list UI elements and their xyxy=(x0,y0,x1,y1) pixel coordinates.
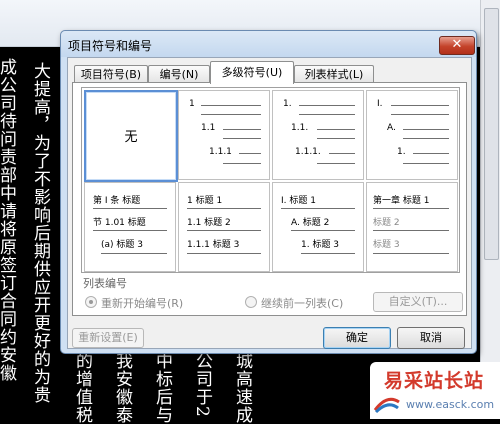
level-3-line xyxy=(413,153,449,154)
restart-numbering-label: 重新开始编号(R) xyxy=(101,297,184,310)
reset-button[interactable]: 重新设置(E) xyxy=(72,328,144,348)
continuation-line xyxy=(201,114,261,115)
document-text-column: 成公司待问责部中请将原签订合同约安徽 xyxy=(0,58,16,382)
continuation-line xyxy=(391,114,449,115)
level-3-label: 1.1.1 xyxy=(209,147,232,157)
list-option[interactable]: 1 1.1 1.1.1 xyxy=(178,90,270,180)
watermark: 易采站长站 www.easck.com xyxy=(370,362,500,419)
continuation-line xyxy=(223,163,261,164)
continuation-line xyxy=(317,163,355,164)
level-3-label: 1.1.1 标题 3 xyxy=(187,240,240,250)
vertical-scrollbar[interactable] xyxy=(480,0,500,419)
level-2-label: 标题 2 xyxy=(373,218,400,228)
list-option[interactable]: 1 标题 1 1.1 标题 2 1.1.1 标题 3 xyxy=(178,182,270,272)
continue-list-label: 继续前一列表(C) xyxy=(261,297,344,310)
level-1-line xyxy=(391,105,449,106)
tab-list-styles[interactable]: 列表样式(L) xyxy=(294,65,374,83)
continuation-line xyxy=(101,253,167,254)
level-1-line xyxy=(201,105,261,106)
level-3-label: 标题 3 xyxy=(373,240,400,250)
list-option[interactable]: 第一章 标题 1 标题 2 标题 3 xyxy=(366,182,458,272)
list-numbering-label: 列表编号 xyxy=(83,277,127,290)
level-1-label: I. 标题 1 xyxy=(281,196,316,206)
close-button[interactable]: ✕ xyxy=(439,36,475,55)
level-3-label: (a) 标题 3 xyxy=(101,240,143,250)
level-2-label: A. 标题 2 xyxy=(291,218,330,228)
radio-dot xyxy=(85,296,97,308)
document-text-column: 中标后与 xyxy=(152,352,172,424)
none-label: 无 xyxy=(124,130,138,145)
cancel-button[interactable]: 取消 xyxy=(397,327,465,349)
multilevel-panel: 无 1 1.1 1.1.1 1. 1.1. 1.1.1. I. A. 1. 第 … xyxy=(72,82,467,316)
level-1-label: 1 xyxy=(189,99,195,109)
level-3-label: 1. 标题 3 xyxy=(301,240,340,250)
list-option[interactable]: I. A. 1. xyxy=(366,90,458,180)
continuation-line xyxy=(373,253,449,254)
continuation-line xyxy=(301,253,355,254)
level-1-label: 第 I 条 标题 xyxy=(93,196,141,206)
list-option[interactable]: I. 标题 1 A. 标题 2 1. 标题 3 xyxy=(272,182,364,272)
level-3-line xyxy=(239,153,261,154)
level-2-label: 1.1 xyxy=(201,123,216,133)
watermark-text: 易采站长站 xyxy=(384,370,485,392)
level-1-label: 1. xyxy=(283,99,292,109)
level-2-line xyxy=(317,129,355,130)
continuation-line xyxy=(373,230,449,231)
watermark-logo-icon xyxy=(373,397,400,414)
bullets-numbering-dialog: 项目符号和编号 ✕ 项目符号(B) 编号(N) 多级符号(U) 列表样式(L) … xyxy=(60,30,477,354)
continuation-line xyxy=(281,208,355,209)
level-2-line xyxy=(403,129,449,130)
level-2-label: 1.1. xyxy=(291,123,309,133)
list-gallery: 无 1 1.1 1.1.1 1. 1.1. 1.1.1. I. A. 1. 第 … xyxy=(81,87,460,273)
level-2-label: A. xyxy=(387,123,396,133)
continuation-line xyxy=(403,138,449,139)
watermark-url: www.easck.com xyxy=(406,398,495,411)
radio-dot xyxy=(245,296,257,308)
tab-numbering[interactable]: 编号(N) xyxy=(148,65,210,83)
level-3-line xyxy=(329,153,355,154)
continuation-line xyxy=(223,138,261,139)
continuation-line xyxy=(187,253,261,254)
level-1-label: 1 标题 1 xyxy=(187,196,223,206)
list-option-none[interactable]: 无 xyxy=(84,90,178,182)
document-text-column: 的增值税 xyxy=(72,352,92,424)
list-option[interactable]: 第 I 条 标题 节 1.01 标题 (a) 标题 3 xyxy=(84,182,176,272)
continuation-line xyxy=(93,230,167,231)
continuation-line xyxy=(317,138,355,139)
level-2-line xyxy=(223,129,261,130)
dialog-body: 项目符号(B) 编号(N) 多级符号(U) 列表样式(L) 无 1 1.1 1.… xyxy=(67,57,472,349)
document-text-column: 公司于2 xyxy=(192,352,212,418)
continuation-line xyxy=(299,114,355,115)
level-2-label: 节 1.01 标题 xyxy=(93,218,146,228)
level-1-label: I. xyxy=(377,99,383,109)
level-1-line xyxy=(299,105,355,106)
document-text-column: 城高速成 xyxy=(232,352,252,424)
dialog-title: 项目符号和编号 xyxy=(68,39,153,53)
dialog-titlebar[interactable]: 项目符号和编号 ✕ xyxy=(61,31,476,57)
continuation-line xyxy=(187,230,261,231)
document-text-column: 我安徽泰 xyxy=(112,352,132,424)
customize-button[interactable]: 自定义(T)... xyxy=(373,292,463,312)
continuation-line xyxy=(403,163,449,164)
level-1-label: 第一章 标题 1 xyxy=(373,196,430,206)
level-3-label: 1.1.1. xyxy=(295,147,321,157)
level-2-label: 1.1 标题 2 xyxy=(187,218,231,228)
tab-multilevel[interactable]: 多级符号(U) xyxy=(210,61,294,84)
continuation-line xyxy=(373,208,449,209)
tab-bullets[interactable]: 项目符号(B) xyxy=(74,65,148,83)
continuation-line xyxy=(187,208,261,209)
list-option[interactable]: 1. 1.1. 1.1.1. xyxy=(272,90,364,180)
level-3-label: 1. xyxy=(397,147,406,157)
continuation-line xyxy=(93,208,167,209)
scrollbar-thumb[interactable] xyxy=(484,8,499,260)
document-text-column: 大提高，为了不影响后期供应开更好的为贵 xyxy=(30,62,50,404)
ok-button[interactable]: 确定 xyxy=(323,327,391,349)
continuation-line xyxy=(291,230,355,231)
